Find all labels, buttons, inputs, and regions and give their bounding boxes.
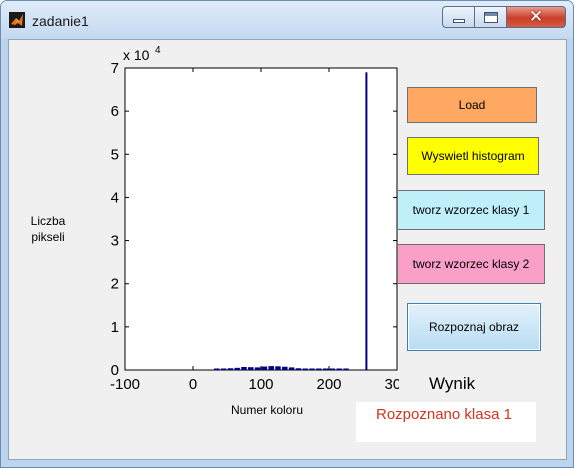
y-axis-label-line1: Liczba bbox=[30, 214, 66, 228]
histogram-bar bbox=[275, 366, 281, 370]
x-tick-label: 200 bbox=[316, 376, 341, 393]
figure-area: Liczba pikseli 01234567-1000100200300x 1… bbox=[8, 39, 567, 460]
histogram-bar bbox=[254, 367, 261, 370]
window-title: zadanie1 bbox=[32, 13, 89, 29]
y-exponent-power: 4 bbox=[155, 45, 161, 56]
histogram-bar bbox=[261, 366, 268, 370]
create-class2-pattern-button[interactable]: tworz wzorzec klasy 2 bbox=[397, 244, 545, 284]
plot-area bbox=[124, 67, 398, 371]
histogram-bar bbox=[220, 368, 227, 370]
matlab-icon bbox=[9, 12, 25, 28]
close-icon: ✕ bbox=[528, 7, 544, 27]
app-window: zadanie1 ✕ Liczba pikseli 0 1 2 3 4 5 6 7 -100 0 1… bbox=[0, 0, 574, 468]
x-axis-label: Numer koloru bbox=[230, 403, 304, 417]
histogram-bar bbox=[288, 367, 295, 370]
histogram-bar bbox=[365, 72, 368, 371]
x-tick-label: 100 bbox=[248, 376, 273, 393]
load-button[interactable]: Load bbox=[407, 87, 537, 123]
y-tick-label: 2 bbox=[111, 276, 119, 293]
create-class1-pattern-button[interactable]: tworz wzorzec klasy 1 bbox=[397, 190, 545, 230]
result-label: Wynik bbox=[429, 374, 476, 393]
x-tick-label: 0 bbox=[189, 376, 197, 393]
result-value: Rozpoznano klasa 1 bbox=[356, 402, 536, 442]
y-tick-label: 5 bbox=[111, 146, 119, 163]
histogram-bar bbox=[295, 368, 302, 370]
y-axis-label: Liczba pikseli bbox=[19, 213, 77, 245]
y-tick-label: 4 bbox=[111, 189, 119, 206]
histogram-bar bbox=[241, 366, 247, 370]
histogram-bar bbox=[343, 368, 349, 370]
minimize-button[interactable] bbox=[442, 6, 475, 28]
x-tick-label: -100 bbox=[110, 376, 140, 393]
show-histogram-button[interactable]: Wyswietl histogram bbox=[407, 137, 539, 175]
histogram-bar bbox=[302, 368, 308, 370]
histogram-bar bbox=[234, 367, 240, 370]
maximize-icon bbox=[483, 11, 498, 23]
histogram-bar bbox=[268, 366, 274, 370]
histogram-chart: 01234567-1000100200300x 104 bbox=[110, 45, 399, 393]
y-tick-label: 6 bbox=[111, 103, 119, 120]
histogram-bar bbox=[336, 368, 342, 370]
title-bar[interactable]: zadanie1 ✕ bbox=[1, 1, 573, 39]
histogram-bar bbox=[309, 368, 315, 370]
close-button[interactable]: ✕ bbox=[507, 6, 566, 28]
histogram-bar bbox=[227, 368, 234, 370]
y-tick-label: 1 bbox=[111, 319, 119, 336]
maximize-button[interactable] bbox=[475, 6, 507, 28]
y-exponent-label: x 10 bbox=[123, 47, 150, 63]
histogram-bar bbox=[282, 366, 288, 370]
histogram-bar bbox=[329, 368, 336, 370]
y-tick-label: 3 bbox=[111, 233, 119, 250]
histogram-bar bbox=[214, 368, 220, 370]
y-tick-label: 7 bbox=[111, 60, 119, 77]
recognize-image-button[interactable]: Rozpoznaj obraz bbox=[407, 303, 541, 351]
minimize-icon bbox=[452, 18, 465, 23]
x-tick-label: 300 bbox=[384, 376, 399, 393]
histogram-bar bbox=[322, 368, 329, 370]
histogram-bar bbox=[316, 368, 322, 370]
y-axis-label-line2: pikseli bbox=[31, 230, 65, 244]
histogram-bar bbox=[248, 367, 254, 370]
